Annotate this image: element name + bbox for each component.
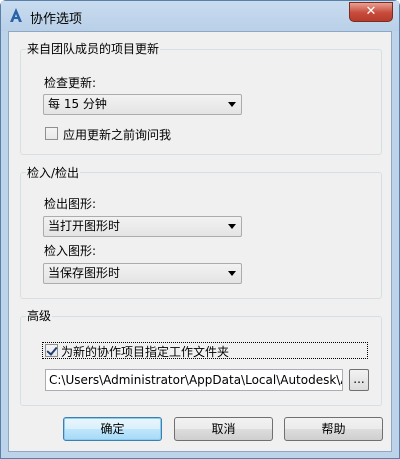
window-title: 协作选项 [30, 12, 83, 27]
autocad-logo-icon [10, 8, 22, 22]
advanced-group-legend: 高级 [26, 307, 53, 324]
working-folder-path-input[interactable]: C:\Users\Administrator\AppData\Local\Aut… [45, 369, 343, 391]
check-updates-select[interactable]: 每 15 分钟 [43, 94, 242, 115]
browse-label: ... [353, 372, 365, 386]
updates-group-legend: 来自团队成员的项目更新 [26, 40, 161, 57]
checkout-value: 当打开图形时 [48, 219, 121, 233]
check-updates-value: 每 15 分钟 [48, 97, 107, 111]
checkin-value: 当保存图形时 [48, 266, 121, 280]
ask-before-update-label: 应用更新之前询问我 [63, 128, 172, 142]
help-label: 帮助 [321, 422, 346, 436]
check-updates-label: 检查更新: [44, 76, 97, 90]
chevron-down-icon [228, 271, 236, 276]
dialog-content: 来自团队成员的项目更新 检查更新: 每 15 分钟 应用更新之前询问我 检入/检… [8, 31, 392, 452]
checkout-select[interactable]: 当打开图形时 [43, 216, 242, 237]
working-folder-path-value: C:\Users\Administrator\AppData\Local\Aut… [49, 373, 342, 387]
working-folder-label: 为新的协作项目指定工作文件夹 [61, 345, 230, 359]
checkin-group-legend: 检入/检出 [26, 164, 81, 181]
checkin-select[interactable]: 当保存图形时 [43, 263, 242, 284]
checkout-label: 检出图形: [44, 197, 97, 211]
cancel-button[interactable]: 取消 [174, 417, 273, 441]
ask-before-update-checkbox[interactable] [45, 127, 58, 140]
title-bar[interactable]: 协作选项 ✕ [1, 1, 399, 31]
working-folder-checkbox[interactable] [45, 344, 58, 357]
ok-label: 确定 [100, 422, 125, 436]
browse-button[interactable]: ... [349, 369, 369, 391]
close-icon: ✕ [365, 4, 377, 19]
advanced-group [20, 316, 382, 406]
help-button[interactable]: 帮助 [284, 417, 383, 441]
checkin-label: 检入图形: [44, 244, 97, 258]
ok-button[interactable]: 确定 [63, 417, 162, 441]
chevron-down-icon [228, 102, 236, 107]
dialog-window: 协作选项 ✕ 来自团队成员的项目更新 检查更新: 每 15 分钟 应用更新之前询… [0, 0, 400, 459]
close-button[interactable]: ✕ [349, 2, 393, 22]
chevron-down-icon [228, 224, 236, 229]
cancel-label: 取消 [211, 422, 236, 436]
